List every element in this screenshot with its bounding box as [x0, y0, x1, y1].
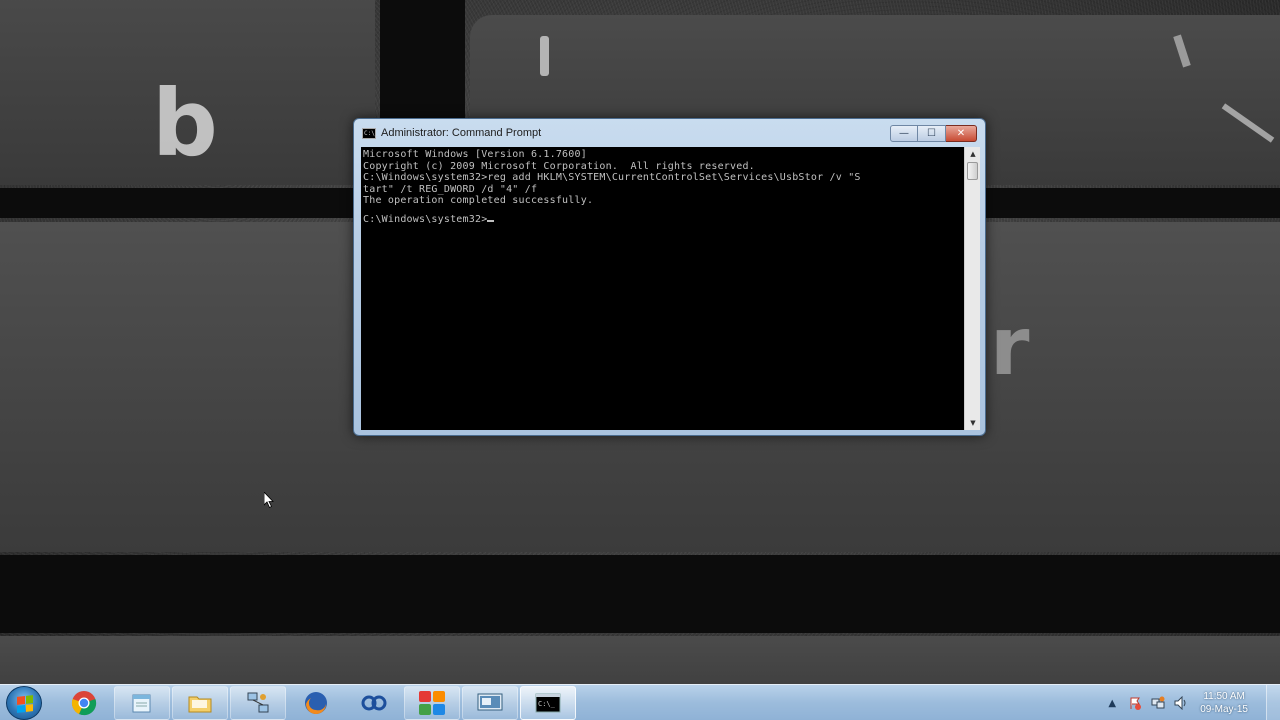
taskbar-screenshot-button[interactable] — [462, 686, 518, 720]
maximize-button[interactable]: ☐ — [918, 125, 946, 142]
window-titlebar[interactable]: C:\_ Administrator: Command Prompt — ☐ ✕ — [354, 119, 985, 147]
command-prompt-window[interactable]: C:\_ Administrator: Command Prompt — ☐ ✕… — [353, 118, 986, 436]
command-prompt-icon[interactable]: C:\_ — [362, 128, 378, 139]
command-prompt-icon: C:\_ — [535, 693, 561, 713]
console-prompt: C:\Windows\system32> — [363, 213, 488, 225]
volume-icon[interactable] — [1173, 695, 1189, 711]
close-button[interactable]: ✕ — [946, 125, 977, 142]
colorful-apps-icon — [419, 691, 445, 715]
minimize-button[interactable]: — — [890, 125, 918, 142]
scroll-down-icon[interactable]: ▼ — [965, 416, 981, 430]
taskbar-clock[interactable]: 11:50 AM 09-May-15 — [1200, 690, 1248, 716]
taskbar-chrome-button[interactable] — [56, 686, 112, 720]
notepad-icon — [132, 694, 151, 713]
taskbar-explorer-button[interactable] — [172, 686, 228, 720]
clock-date: 09-May-15 — [1200, 704, 1248, 715]
window-title: Administrator: Command Prompt — [381, 127, 542, 139]
network-icon[interactable] — [1150, 695, 1166, 711]
show-desktop-button[interactable] — [1266, 685, 1280, 720]
prompt-line[interactable]: C:\Windows\system32> — [363, 207, 962, 226]
clock-time: 11:50 AM — [1203, 691, 1245, 702]
key-glint — [540, 36, 549, 76]
console-line: C:\Windows\system32>reg add HKLM\SYSTEM\… — [363, 172, 861, 183]
start-button[interactable] — [6, 686, 42, 720]
key-letter: b — [152, 70, 218, 177]
scrollbar-thumb[interactable] — [967, 162, 978, 180]
firefox-icon — [305, 692, 327, 714]
windows-logo-icon — [17, 695, 33, 713]
folder-icon — [188, 696, 212, 713]
taskbar-teamviewer-button[interactable] — [346, 686, 402, 720]
mouse-pointer-icon — [264, 492, 274, 508]
console-line: The operation completed successfully. — [363, 195, 594, 206]
console-line: Microsoft Windows [Version 6.1.7600] — [363, 149, 587, 160]
show-hidden-icons-icon[interactable]: ▲ — [1104, 695, 1120, 711]
screenshot-tool-icon — [477, 693, 503, 711]
console-output[interactable]: Microsoft Windows [Version 6.1.7600] Cop… — [361, 147, 964, 430]
taskbar-apps-button[interactable] — [404, 686, 460, 720]
network-tool-icon — [247, 692, 269, 713]
taskbar-command-prompt-button[interactable]: C:\_ — [520, 686, 576, 720]
text-cursor — [487, 219, 495, 222]
vertical-scrollbar[interactable]: ▲ ▼ — [964, 147, 980, 430]
window-controls: — ☐ ✕ — [890, 125, 977, 142]
taskbar-notepad-button[interactable] — [114, 686, 170, 720]
taskbar-network-tool-button[interactable] — [230, 686, 286, 720]
key-gap — [0, 555, 1280, 633]
chrome-icon — [71, 691, 97, 716]
taskbar: C:\_ ▲ 11:50 AM 09-May-15 — [0, 684, 1280, 720]
teamviewer-icon — [361, 695, 387, 711]
svg-text:C:\_: C:\_ — [538, 700, 556, 708]
system-tray: ▲ 11:50 AM 09-May-15 — [1104, 685, 1280, 720]
action-center-icon[interactable] — [1127, 695, 1143, 711]
taskbar-firefox-button[interactable] — [288, 686, 344, 720]
keyboard-key — [0, 636, 1280, 684]
key-letter: r — [990, 300, 1030, 393]
console-line: tart" /t REG_DWORD /d "4" /f — [363, 183, 538, 195]
console-line: Copyright (c) 2009 Microsoft Corporation… — [363, 160, 755, 172]
scroll-up-icon[interactable]: ▲ — [965, 147, 981, 161]
